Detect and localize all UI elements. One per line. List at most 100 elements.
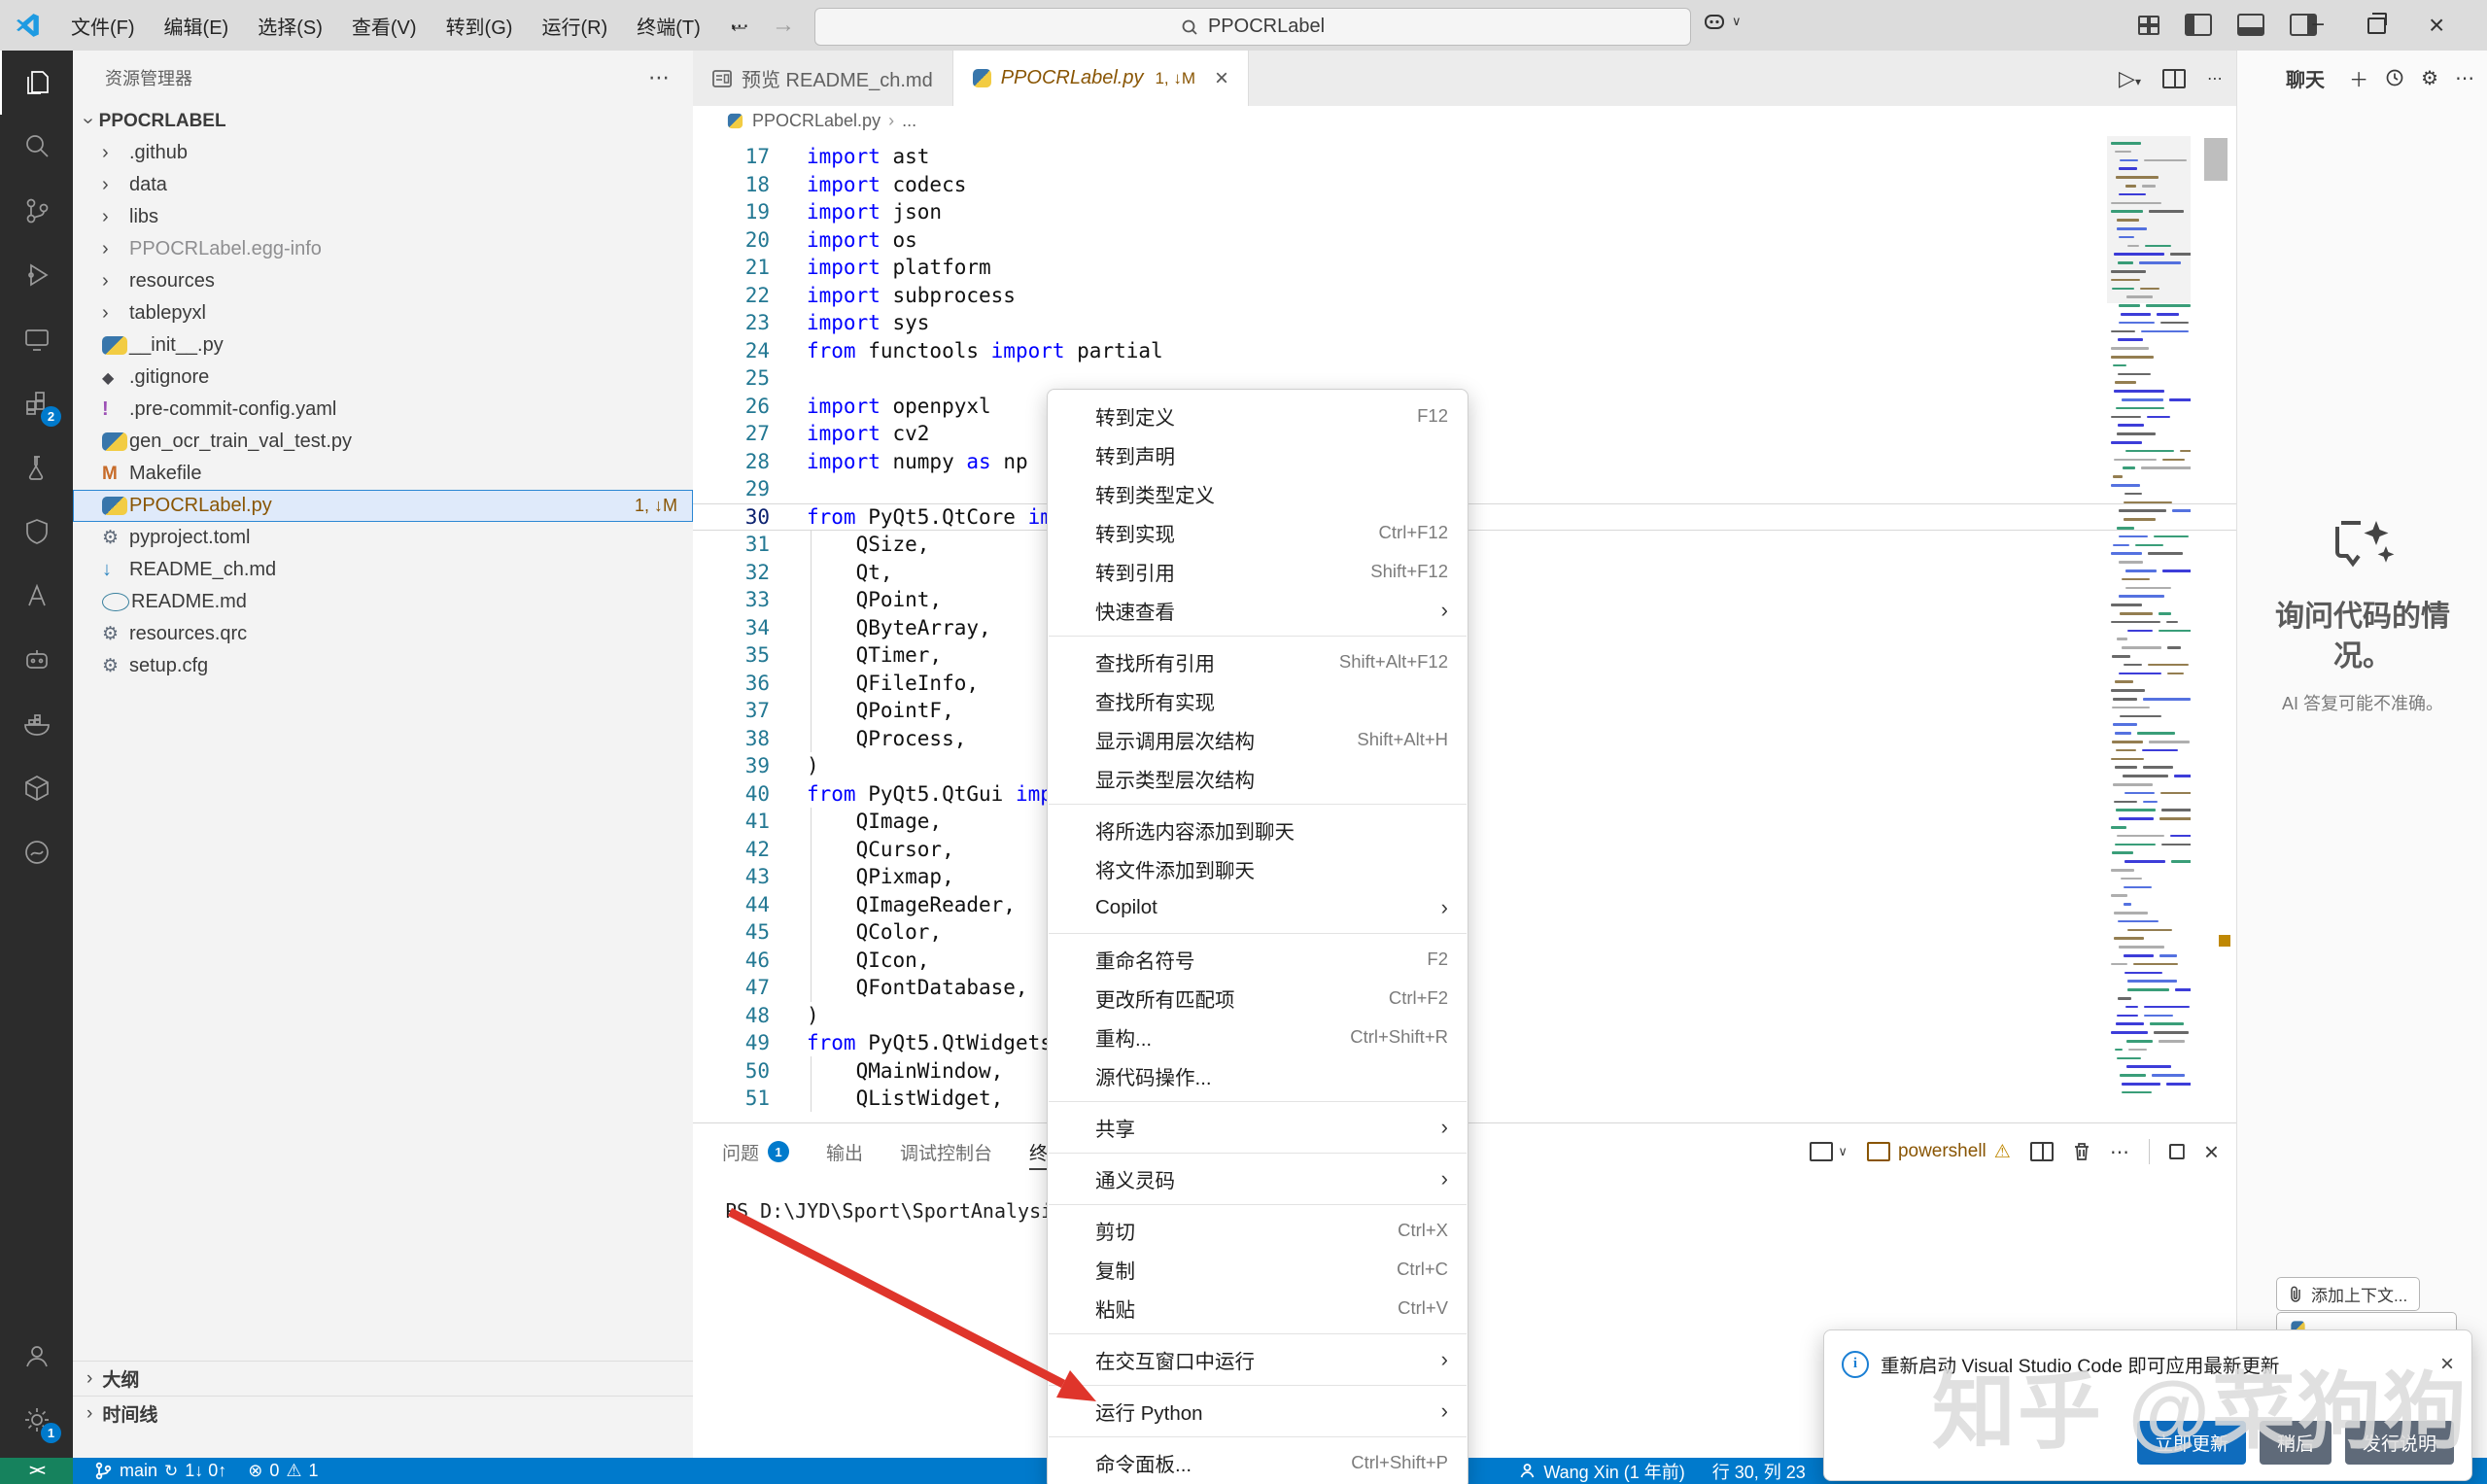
tree-root-folder[interactable]: › PPOCRLABEL xyxy=(73,105,693,137)
split-editor-icon[interactable] xyxy=(2162,68,2186,88)
new-terminal-dropdown[interactable]: ∨ xyxy=(1810,1142,1848,1161)
code-line[interactable]: 22 import subprocess xyxy=(693,282,2236,310)
new-chat-icon[interactable]: ＋ xyxy=(2349,64,2368,92)
tree-item[interactable]: › resources xyxy=(73,265,693,297)
search-view-icon[interactable] xyxy=(0,115,73,179)
code-line[interactable]: 20 import os xyxy=(693,226,2236,255)
toast-button[interactable]: 稍后 xyxy=(2259,1421,2332,1465)
copilot-menu-button[interactable]: ∨ xyxy=(1703,11,1742,32)
panel-tab[interactable]: 输出 xyxy=(826,1123,863,1180)
toggle-sidebar-icon[interactable] xyxy=(2185,14,2212,36)
toast-button[interactable]: 立即更新 xyxy=(2136,1421,2246,1465)
tree-item[interactable]: › PPOCRLabel.egg-info xyxy=(73,233,693,265)
chat-more-actions-icon[interactable]: ⋯ xyxy=(2455,66,2474,90)
code-line[interactable]: 23 import sys xyxy=(693,309,2236,337)
context-menu-item[interactable]: 重命名符号 F2 xyxy=(1048,940,1468,979)
code-line[interactable]: 18 import codecs xyxy=(693,171,2236,199)
context-menu-item[interactable]: 查找所有引用 Shift+Alt+F12 xyxy=(1048,642,1468,681)
testing-view-icon[interactable] xyxy=(0,435,73,500)
explorer-view-icon[interactable] xyxy=(0,51,73,115)
menu-item[interactable]: 编辑(E) xyxy=(150,0,244,51)
run-debug-icon[interactable] xyxy=(0,243,73,307)
context-menu-item[interactable]: 将文件添加到聊天 xyxy=(1048,849,1468,888)
customize-layout-button[interactable] xyxy=(2138,15,2159,35)
menu-item[interactable]: 运行(R) xyxy=(527,0,622,51)
context-menu-item[interactable]: 共享 › xyxy=(1048,1108,1468,1147)
breadcrumb-symbol[interactable]: ... xyxy=(902,111,916,131)
tree-item[interactable]: __init__.py xyxy=(73,329,693,362)
context-menu-item[interactable]: 粘贴 Ctrl+V xyxy=(1048,1289,1468,1328)
shield-extension-icon[interactable] xyxy=(0,500,73,564)
menu-item[interactable]: 查看(V) xyxy=(337,0,432,51)
context-menu-item[interactable]: 快速查看 › xyxy=(1048,591,1468,630)
editor-scrollbar[interactable] xyxy=(2198,136,2233,1118)
problems-status-item[interactable]: ⊗ 0 ⚠ 1 xyxy=(248,1461,318,1481)
command-center-search[interactable]: PPOCRLabel xyxy=(814,8,1691,46)
tree-item[interactable]: README_ch.md xyxy=(73,554,693,586)
context-menu-item[interactable]: 转到引用 Shift+F12 xyxy=(1048,552,1468,591)
outline-section[interactable]: › 大纲 xyxy=(73,1361,693,1396)
maximize-panel-icon[interactable] xyxy=(2169,1144,2185,1159)
context-menu-item[interactable]: 重构... Ctrl+Shift+R xyxy=(1048,1018,1468,1056)
breadcrumb-file[interactable]: PPOCRLabel.py xyxy=(752,111,881,131)
paddle-extension-icon[interactable] xyxy=(0,820,73,884)
tree-item[interactable]: › libs xyxy=(73,201,693,233)
close-window-button[interactable]: × xyxy=(2429,10,2444,41)
toast-button[interactable]: 发行说明 xyxy=(2344,1421,2454,1465)
language-a-icon[interactable] xyxy=(0,564,73,628)
context-menu-item[interactable]: Copilot › xyxy=(1048,888,1468,927)
tree-item[interactable]: › tablepyxl xyxy=(73,297,693,329)
blame-author-item[interactable]: Wang Xin (1 年前) xyxy=(1518,1459,1685,1484)
remote-indicator[interactable]: >< xyxy=(0,1458,73,1484)
restore-button[interactable] xyxy=(2367,12,2388,34)
menu-item[interactable]: 选择(S) xyxy=(243,0,337,51)
timeline-section[interactable]: › 时间线 xyxy=(73,1396,693,1431)
context-menu-item[interactable]: 源代码操作... xyxy=(1048,1056,1468,1095)
context-menu-item[interactable]: 显示调用层次结构 Shift+Alt+H xyxy=(1048,720,1468,759)
context-menu-item[interactable]: 转到声明 xyxy=(1048,435,1468,474)
tree-item[interactable]: › data xyxy=(73,169,693,201)
nav-forward-icon[interactable]: → xyxy=(772,12,795,39)
nav-back-icon[interactable]: ← xyxy=(727,12,750,39)
tree-item[interactable]: gen_ocr_train_val_test.py xyxy=(73,426,693,458)
source-control-icon[interactable] xyxy=(0,179,73,243)
tree-item[interactable]: setup.cfg xyxy=(73,650,693,682)
minimize-button[interactable]: − xyxy=(2311,12,2325,39)
ai-robot-extension-icon[interactable] xyxy=(0,628,73,692)
chat-settings-gear-icon[interactable]: ⚙ xyxy=(2421,66,2438,90)
close-panel-icon[interactable]: × xyxy=(2204,1137,2219,1167)
context-menu-item[interactable]: 更改所有匹配项 Ctrl+F2 xyxy=(1048,979,1468,1018)
tree-item[interactable]: pyproject.toml xyxy=(73,522,693,554)
scrollbar-thumb[interactable] xyxy=(2204,138,2228,181)
package-cube-icon[interactable] xyxy=(0,756,73,820)
close-tab-icon[interactable]: × xyxy=(1215,65,1228,92)
context-menu-item[interactable]: 将所选内容添加到聊天 xyxy=(1048,811,1468,849)
close-notification-icon[interactable]: × xyxy=(2440,1351,2454,1378)
code-line[interactable]: 17 import ast xyxy=(693,143,2236,171)
run-python-file-button[interactable]: ▷▾ xyxy=(2119,66,2141,91)
tree-item[interactable]: .gitignore xyxy=(73,362,693,394)
account-icon[interactable] xyxy=(0,1324,73,1388)
editor-more-actions-icon[interactable]: ⋯ xyxy=(2207,69,2223,88)
terminal-prompt[interactable]: PS D:\JYD\Sport\SportAnalysisPr xyxy=(725,1199,1088,1223)
git-branch-item[interactable]: main ↻ 1↓ 0↑ xyxy=(94,1461,226,1481)
tab-readme-preview[interactable]: 预览 README_ch.md xyxy=(693,51,953,106)
context-menu-item[interactable]: 通义灵码 › xyxy=(1048,1159,1468,1198)
tree-item[interactable]: resources.qrc xyxy=(73,618,693,650)
context-menu-item[interactable]: 运行 Python › xyxy=(1048,1392,1468,1431)
menu-item[interactable]: 终端(T) xyxy=(622,0,715,51)
context-menu-item[interactable]: 剪切 Ctrl+X xyxy=(1048,1211,1468,1250)
code-line[interactable]: 25 xyxy=(693,364,2236,393)
code-line[interactable]: 19 import json xyxy=(693,198,2236,226)
tab-ppocrlabel-py[interactable]: PPOCRLabel.py 1, ↓M × xyxy=(952,51,1250,106)
context-menu-item[interactable]: 转到定义 F12 xyxy=(1048,397,1468,435)
tree-item[interactable]: README.md xyxy=(73,586,693,618)
docker-extension-icon[interactable] xyxy=(0,692,73,756)
add-context-chip[interactable]: 添加上下文... xyxy=(2276,1277,2421,1311)
panel-tab[interactable]: 问题 1 xyxy=(722,1123,790,1180)
tree-item[interactable]: › .github xyxy=(73,137,693,169)
cursor-position-item[interactable]: 行 30, 列 23 xyxy=(1712,1459,1806,1484)
tree-item[interactable]: PPOCRLabel.py 1, ↓M xyxy=(73,490,693,522)
menu-item[interactable]: 转到(G) xyxy=(432,0,528,51)
tree-item[interactable]: Makefile xyxy=(73,458,693,490)
